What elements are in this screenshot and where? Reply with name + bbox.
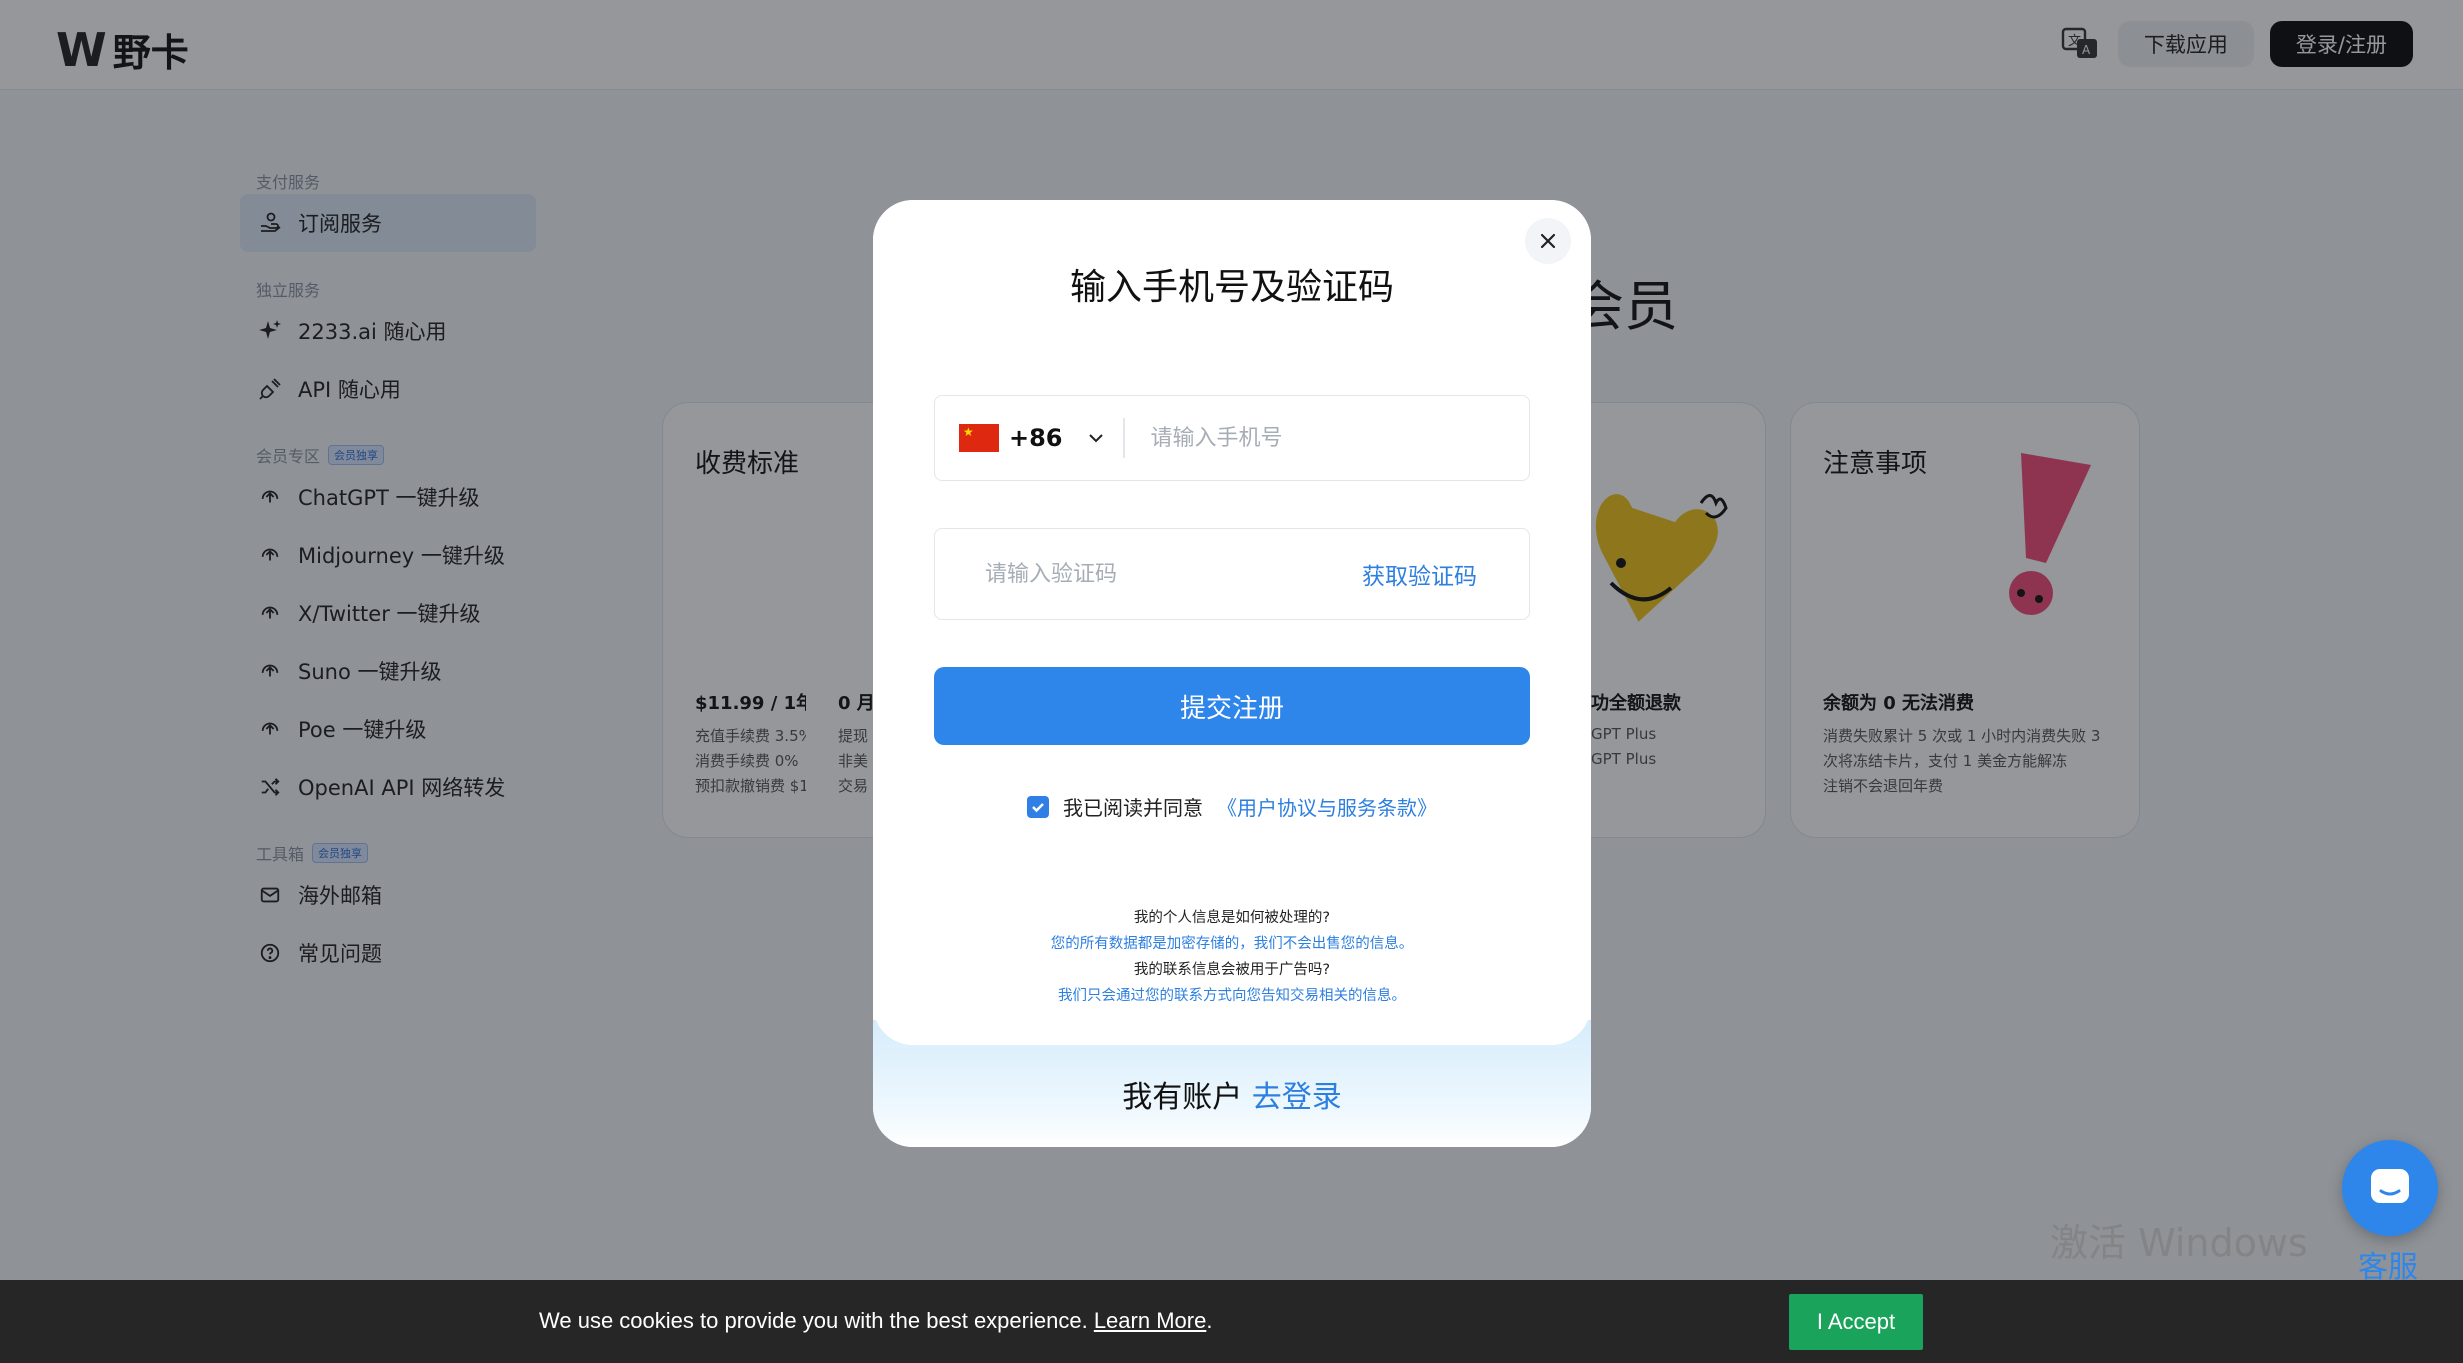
faq-answer: 我们只会通过您的联系方式向您告知交易相关的信息。 bbox=[1058, 988, 1406, 1004]
get-code-button[interactable]: 获取验证码 bbox=[1362, 557, 1477, 591]
faq-answer: 您的所有数据都是加密存储的，我们不会出售您的信息。 bbox=[1050, 936, 1414, 952]
cookie-period: . bbox=[1206, 1308, 1213, 1333]
agreement-row: 我已阅读并同意 《用户协议与服务条款》 bbox=[873, 792, 1591, 821]
submit-register-button[interactable]: 提交注册 bbox=[934, 667, 1530, 745]
customer-service-button[interactable] bbox=[2342, 1140, 2438, 1236]
country-code-select[interactable]: ★ +86 bbox=[935, 396, 1105, 480]
agree-text: 我已阅读并同意 bbox=[1063, 796, 1203, 820]
modal-body: 输入手机号及验证码 ★ +86 获取验证码 提交注册 我已阅读并同意 《用户协议… bbox=[873, 200, 1591, 1045]
learn-more-link[interactable]: Learn More bbox=[1094, 1308, 1207, 1333]
faq-question: 我的联系信息会被用于广告吗? bbox=[1133, 962, 1331, 978]
verification-code-input[interactable] bbox=[985, 561, 1325, 587]
check-icon bbox=[1032, 802, 1044, 812]
china-flag-icon: ★ bbox=[959, 424, 999, 452]
phone-field: ★ +86 bbox=[934, 395, 1530, 481]
close-icon bbox=[1540, 233, 1556, 249]
cookie-message: We use cookies to provide you with the b… bbox=[539, 1308, 1088, 1333]
has-account-row: 我有账户 去登录 bbox=[873, 1072, 1591, 1116]
country-code: +86 bbox=[1009, 424, 1063, 452]
divider bbox=[1122, 418, 1125, 458]
modal-title: 输入手机号及验证码 bbox=[1069, 267, 1394, 308]
has-account-text: 我有账户 bbox=[1122, 1080, 1243, 1115]
privacy-faq: 我的个人信息是如何被处理的? 您的所有数据都是加密存储的，我们不会出售您的信息。… bbox=[873, 905, 1591, 1009]
chat-icon bbox=[2371, 1169, 2409, 1203]
chevron-down-icon bbox=[1088, 434, 1103, 443]
accept-cookies-button[interactable]: I Accept bbox=[1789, 1294, 1923, 1350]
go-login-link[interactable]: 去登录 bbox=[1252, 1080, 1342, 1115]
faq-question: 我的个人信息是如何被处理的? bbox=[1133, 910, 1331, 926]
agree-checkbox[interactable] bbox=[1027, 795, 1049, 818]
cookie-banner: We use cookies to provide you with the b… bbox=[0, 1280, 2463, 1363]
terms-link[interactable]: 《用户协议与服务条款》 bbox=[1217, 792, 1437, 821]
verification-code-field: 获取验证码 bbox=[934, 528, 1530, 620]
cookie-text: We use cookies to provide you with the b… bbox=[539, 1308, 1212, 1334]
register-modal: 输入手机号及验证码 ★ +86 获取验证码 提交注册 我已阅读并同意 《用户协议… bbox=[873, 200, 1591, 1147]
phone-input[interactable] bbox=[1150, 425, 1529, 451]
